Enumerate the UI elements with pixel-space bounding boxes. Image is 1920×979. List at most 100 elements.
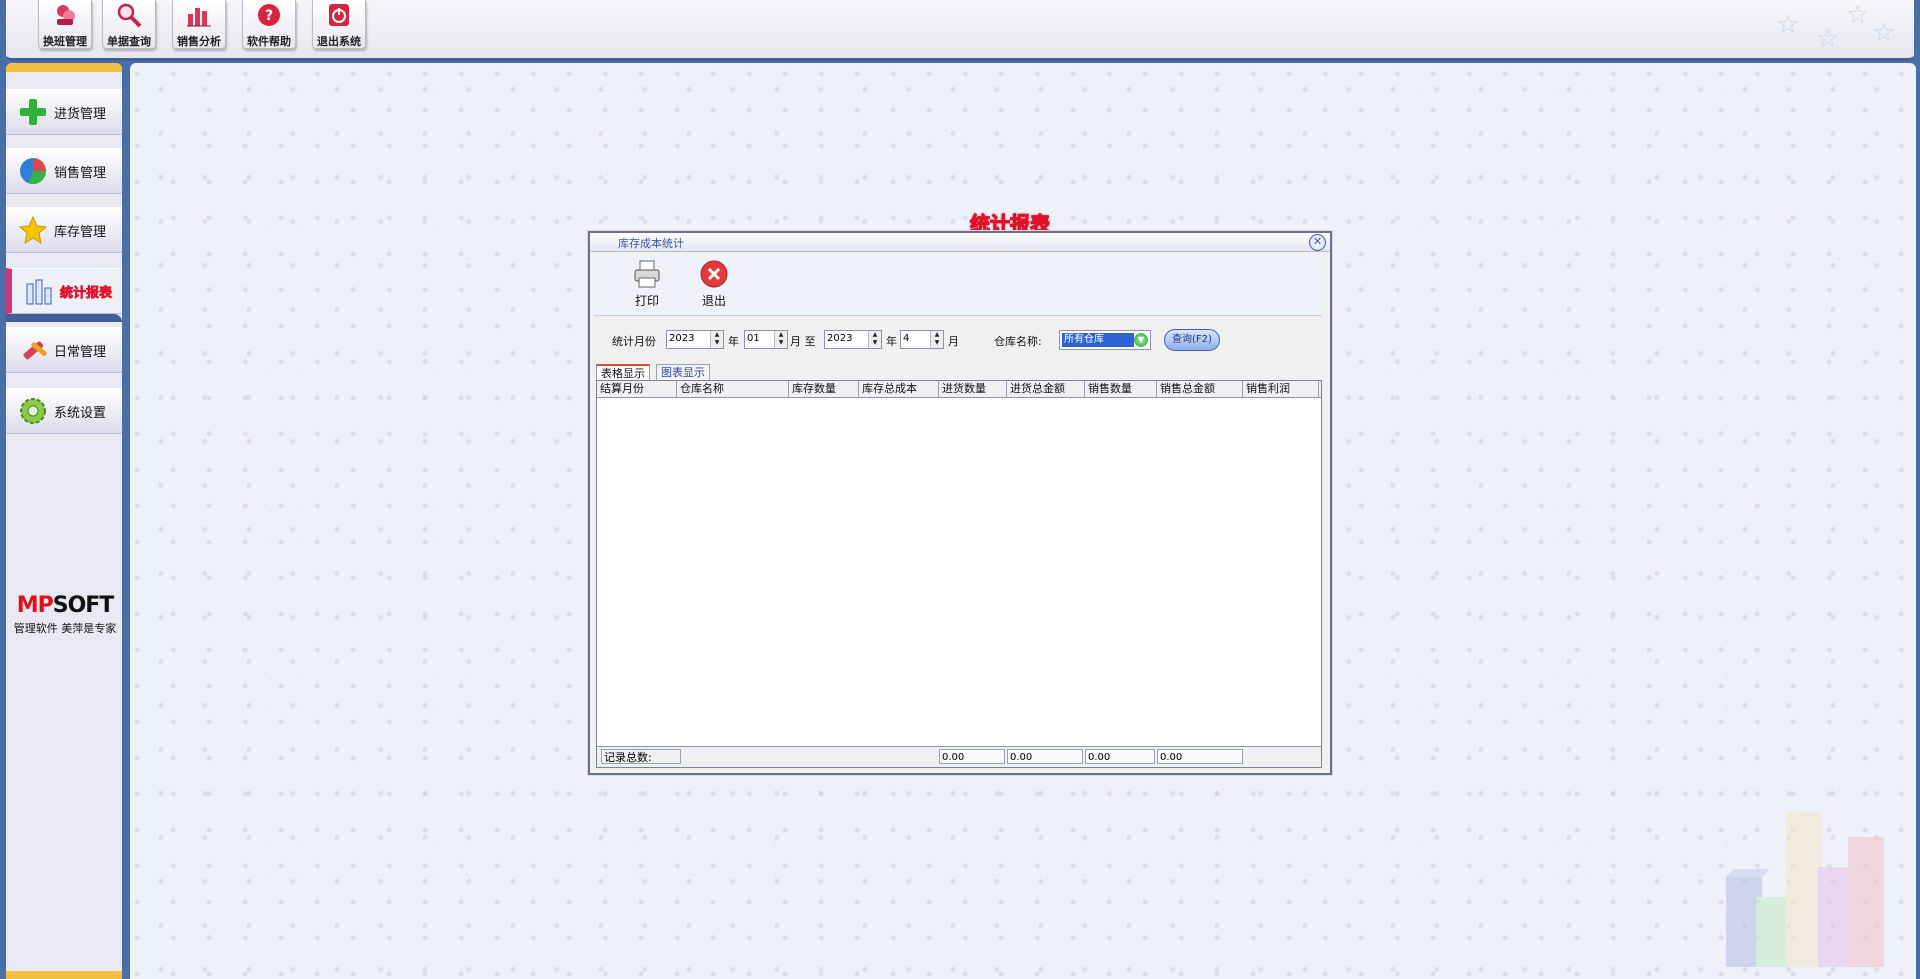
decorative-star-icon: ☆ [1872,18,1896,48]
star-icon [18,215,48,245]
software-help-button[interactable]: ? 软件帮助 [242,0,296,49]
column-header[interactable]: 进货总金额 [1007,381,1085,397]
grid-footer: 记录总数: 0.00 0.00 0.00 0.00 [597,746,1321,767]
print-button[interactable]: 打印 [620,259,674,309]
dialog-titlebar: 库存成本统计 ✕ [590,233,1330,252]
column-header[interactable]: 结算月份 [597,381,677,397]
column-header[interactable]: 库存总成本 [859,381,939,397]
query-button[interactable]: 查询(F2) [1164,329,1220,351]
sum-sales-amount: 0.00 [1157,749,1243,764]
sidebar-bottom-strip [6,971,122,979]
document-search-button[interactable]: 单据查询 [102,0,156,49]
sidebar: 进货管理 销售管理 库存管理 统计报表 日常管理 系统设置 MPSOFT 管理软… [6,63,122,979]
sidebar-divider [6,314,122,322]
decorative-star-icon: ☆ [1776,10,1800,40]
company-logo: MPSOFT 管理软件 美萍是专家 [10,593,120,636]
svg-text:?: ? [265,8,273,24]
sidebar-item-label: 系统设置 [54,406,107,421]
logo-brand-black: SOFT [52,593,115,618]
gear-icon [20,398,46,424]
pie-icon [20,158,46,184]
shift-change-button[interactable]: 换班管理 [38,0,92,49]
column-header[interactable]: 销售利润 [1243,381,1319,397]
decorative-star-icon: ☆ [1816,24,1840,54]
from-year-spinner[interactable]: 2023 ▲ ▼ [666,330,724,349]
main-area: 统计报表 库存成本统计 ✕ 打印 退出 统计月份 2023 ▲ ▼ 年 01 ▲… [130,63,1916,979]
inventory-cost-dialog: 库存成本统计 ✕ 打印 退出 统计月份 2023 ▲ ▼ 年 01 ▲ ▼ 月 … [588,231,1332,775]
sales-analysis-label: 销售分析 [177,35,221,48]
printer-icon [634,260,660,288]
sum-purchase-qty: 0.00 [939,749,1005,764]
month-label: 月 [948,335,959,348]
sidebar-top-strip [6,63,122,72]
spinner-arrows-icon[interactable]: ▲ ▼ [774,331,787,348]
bar-chart-icon [26,279,52,305]
power-icon [329,4,349,26]
close-circle-icon [700,260,728,288]
from-month-spinner[interactable]: 01 ▲ ▼ [744,330,788,349]
document-search-label: 单据查询 [107,35,151,48]
sidebar-item-label: 销售管理 [54,166,107,181]
spinner-arrows-icon[interactable]: ▲ ▼ [710,331,723,348]
to-month-value: 4 [903,333,910,344]
exit-system-label: 退出系统 [317,35,361,48]
top-toolbar: 换班管理 单据查询 销售分析 ? 软件帮助 退出系统 ☆ ☆ ☆ ☆ [6,0,1914,61]
sidebar-item-inventory[interactable]: 库存管理 [6,207,122,253]
column-header[interactable]: 仓库名称 [677,381,789,397]
to-year-spinner[interactable]: 2023 ▲ ▼ [824,330,882,349]
dialog-title: 库存成本统计 [618,237,684,250]
record-count-label: 记录总数: [601,749,681,764]
filter-bar: 统计月份 2023 ▲ ▼ 年 01 ▲ ▼ 月 至 2023 ▲ ▼ 年 4 ▲ ▼ … [594,321,1322,361]
wrench-icon [23,341,47,360]
stat-month-label: 统计月份 [612,335,656,348]
shift-change-label: 换班管理 [43,35,87,48]
sidebar-item-purchase[interactable]: 进货管理 [6,89,122,135]
dropdown-arrow-icon[interactable]: ▼ [1134,333,1148,347]
column-header[interactable]: 销售数量 [1085,381,1157,397]
print-label: 打印 [634,294,659,308]
to-month-spinner[interactable]: 4 ▲ ▼ [900,330,944,349]
sidebar-item-reports[interactable]: 统计报表 [6,268,122,314]
decorative-star-icon: ☆ [1846,0,1870,30]
logo-brand: MPSOFT [10,593,120,618]
help-icon: ? [258,4,280,26]
software-help-label: 软件帮助 [247,35,291,48]
column-header[interactable]: 库存数量 [789,381,859,397]
decorative-bar-chart-icon [1726,812,1884,967]
warehouse-selected-value: 所有仓库 [1062,333,1134,347]
year-label-2: 年 [886,335,897,348]
warehouse-select[interactable]: 所有仓库 ▼ [1059,330,1151,350]
sidebar-item-sales[interactable]: 销售管理 [6,148,122,194]
grid-header: 结算月份 仓库名称 库存数量 库存总成本 进货数量 进货总金额 销售数量 销售总… [597,381,1321,398]
column-header[interactable]: 进货数量 [939,381,1007,397]
data-grid[interactable]: 结算月份 仓库名称 库存数量 库存总成本 进货数量 进货总金额 销售数量 销售总… [596,380,1322,768]
logo-slogan: 管理软件 美萍是专家 [13,622,117,635]
exit-label: 退出 [701,294,726,308]
column-header[interactable]: 销售总金额 [1157,381,1243,397]
sales-analysis-button[interactable]: 销售分析 [172,0,226,49]
from-year-value: 2023 [669,333,695,344]
sidebar-item-label: 统计报表 [60,286,113,302]
sidebar-item-settings[interactable]: 系统设置 [6,388,122,434]
shift-change-icon [57,5,75,25]
sidebar-item-label: 库存管理 [54,225,107,240]
warehouse-label: 仓库名称: [994,335,1042,348]
sum-sales-qty: 0.00 [1085,749,1155,764]
sidebar-item-daily[interactable]: 日常管理 [6,327,122,373]
spinner-arrows-icon[interactable]: ▲ ▼ [868,331,881,348]
spinner-arrows-icon[interactable]: ▲ ▼ [930,331,943,348]
document-search-icon [117,3,142,28]
sales-chart-icon [187,8,211,27]
exit-system-button[interactable]: 退出系统 [312,0,366,49]
logo-brand-red: MP [16,593,54,618]
close-icon[interactable]: ✕ [1309,234,1326,251]
from-month-value: 01 [747,333,760,344]
tab-chart-view[interactable]: 图表显示 [656,364,710,380]
year-label: 年 [728,335,739,348]
dialog-toolbar: 打印 退出 [594,255,1322,316]
plus-icon [20,99,46,125]
exit-button[interactable]: 退出 [687,259,741,309]
month-to-label: 月 至 [790,335,816,348]
sidebar-item-label: 进货管理 [54,107,107,122]
sum-purchase-amount: 0.00 [1007,749,1083,764]
